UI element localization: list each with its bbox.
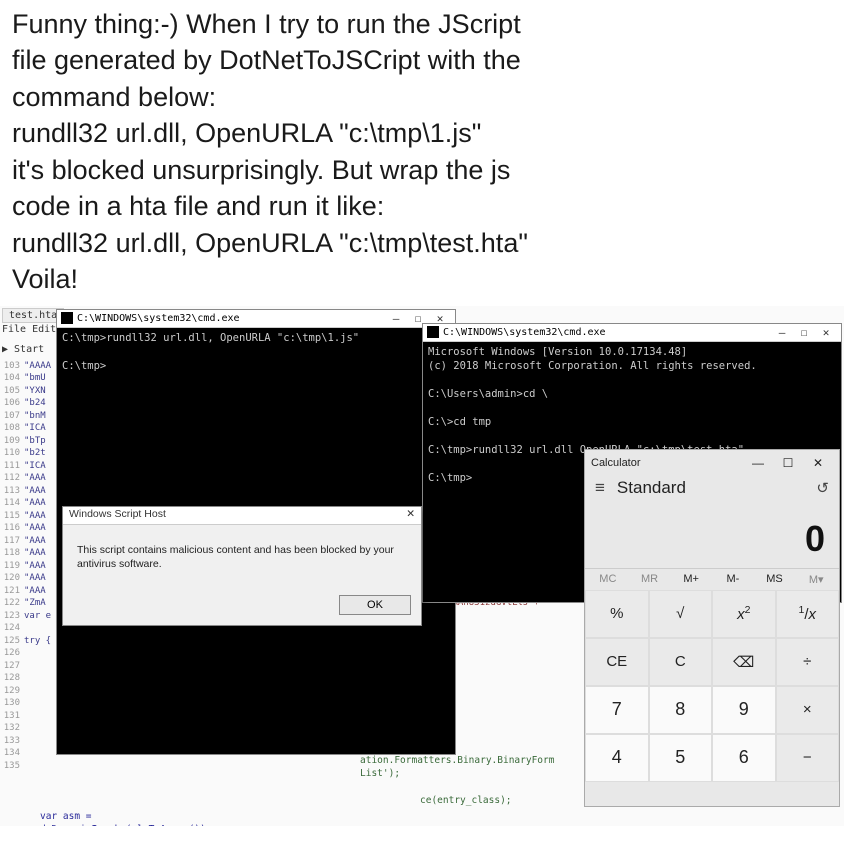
calc-display: 0 bbox=[585, 504, 839, 569]
hamburger-icon[interactable]: ≡ bbox=[595, 478, 605, 498]
cmd-line: C:\tmp> bbox=[428, 472, 472, 484]
key-square[interactable]: x2 bbox=[712, 590, 776, 638]
history-icon[interactable]: ↺ bbox=[816, 479, 829, 497]
key-7[interactable]: 7 bbox=[585, 686, 649, 734]
post-line: Voila! bbox=[12, 261, 832, 297]
cmd-icon bbox=[61, 312, 73, 324]
wsh-title-text: Windows Script Host bbox=[69, 508, 166, 523]
calc-keypad: % √ x2 1/x CE C ⌫ ÷ 7 8 9 × 4 5 6 − bbox=[585, 590, 839, 782]
cmd-line: Microsoft Windows [Version 10.0.17134.48… bbox=[428, 346, 687, 358]
key-9[interactable]: 9 bbox=[712, 686, 776, 734]
mem-mlist[interactable]: M▾ bbox=[795, 573, 837, 586]
cmd-line: C:\Users\admin>cd \ bbox=[428, 388, 548, 400]
post-line: rundll32 url.dll, OpenURLA "c:\tmp\test.… bbox=[12, 225, 832, 261]
ok-button[interactable]: OK bbox=[339, 595, 411, 615]
mem-ms[interactable]: MS bbox=[754, 573, 796, 586]
key-ce[interactable]: CE bbox=[585, 638, 649, 686]
key-minus[interactable]: − bbox=[776, 734, 840, 782]
cmd-line: C:\tmp>rundll32 url.dll, OpenURLA "c:\tm… bbox=[62, 332, 359, 344]
code-line: var asm = d.DynamicInvoke(al.ToArray()); bbox=[40, 810, 212, 826]
wsh-message: This script contains malicious content a… bbox=[63, 525, 421, 589]
screenshot-composite: test.hta File Edit V ▶ Start 103 104 105… bbox=[0, 306, 844, 826]
cmd-titlebar[interactable]: C:\WINDOWS\system32\cmd.exe — ☐ ✕ bbox=[57, 310, 455, 328]
maximize-button[interactable]: ☐ bbox=[793, 326, 815, 339]
cmd-titlebar[interactable]: C:\WINDOWS\system32\cmd.exe — ☐ ✕ bbox=[423, 324, 841, 342]
post-line: command below: bbox=[12, 79, 832, 115]
mem-mplus[interactable]: M+ bbox=[670, 573, 712, 586]
key-divide[interactable]: ÷ bbox=[776, 638, 840, 686]
cmd-line: C:\tmp> bbox=[62, 360, 106, 372]
editor-code-left: "AAAA "bmU "YXN "b24 "bnM "ICA "bTp "b2t… bbox=[24, 360, 51, 748]
cmd-title-text: C:\WINDOWS\system32\cmd.exe bbox=[443, 327, 606, 338]
wsh-titlebar[interactable]: Windows Script Host ✕ bbox=[63, 507, 421, 525]
code-line: List'); bbox=[360, 767, 400, 780]
cmd-title-text: C:\WINDOWS\system32\cmd.exe bbox=[77, 313, 240, 324]
calc-title: Calculator bbox=[591, 457, 641, 469]
post-line: Funny thing:-) When I try to run the JSc… bbox=[12, 6, 832, 42]
close-button[interactable]: ✕ bbox=[815, 326, 837, 339]
post-line: rundll32 url.dll, OpenURLA "c:\tmp\1.js" bbox=[12, 115, 832, 151]
mem-mminus[interactable]: M- bbox=[712, 573, 754, 586]
key-backspace[interactable]: ⌫ bbox=[712, 638, 776, 686]
key-4[interactable]: 4 bbox=[585, 734, 649, 782]
key-percent[interactable]: % bbox=[585, 590, 649, 638]
maximize-button[interactable]: ☐ bbox=[773, 456, 803, 470]
key-8[interactable]: 8 bbox=[649, 686, 713, 734]
key-6[interactable]: 6 bbox=[712, 734, 776, 782]
editor-gutter: 103 104 105 106 107 108 109 110 111 112 … bbox=[0, 360, 22, 773]
editor-tab[interactable]: test.hta bbox=[2, 308, 64, 323]
calc-mode: Standard bbox=[617, 478, 686, 498]
minimize-button[interactable]: — bbox=[771, 326, 793, 339]
post-line: file generated by DotNetToJSCript with t… bbox=[12, 42, 832, 78]
editor-start-button[interactable]: ▶ Start bbox=[2, 344, 44, 355]
cmd-icon bbox=[427, 326, 439, 338]
code-line: ce(entry_class); bbox=[420, 794, 512, 807]
key-c[interactable]: C bbox=[649, 638, 713, 686]
minimize-button[interactable]: — bbox=[385, 312, 407, 325]
calc-titlebar[interactable]: Calculator — ☐ ✕ bbox=[585, 450, 839, 476]
cmd-output[interactable]: C:\tmp>rundll32 url.dll, OpenURLA "c:\tm… bbox=[57, 328, 455, 376]
cmd-line: C:\>cd tmp bbox=[428, 416, 491, 428]
key-multiply[interactable]: × bbox=[776, 686, 840, 734]
wsh-dialog[interactable]: Windows Script Host ✕ This script contai… bbox=[62, 506, 422, 626]
calculator-window[interactable]: Calculator — ☐ ✕ ≡ Standard ↺ 0 MC MR M+… bbox=[584, 449, 840, 807]
key-reciprocal[interactable]: 1/x bbox=[776, 590, 840, 638]
code-line: ation.Formatters.Binary.BinaryForm bbox=[360, 754, 554, 767]
calc-memory-row: MC MR M+ M- MS M▾ bbox=[585, 569, 839, 590]
mem-mr[interactable]: MR bbox=[629, 573, 671, 586]
post-body: Funny thing:-) When I try to run the JSc… bbox=[0, 0, 844, 304]
post-line: code in a hta file and run it like: bbox=[12, 188, 832, 224]
minimize-button[interactable]: — bbox=[743, 456, 773, 470]
post-line: it's blocked unsurprisingly. But wrap th… bbox=[12, 152, 832, 188]
key-5[interactable]: 5 bbox=[649, 734, 713, 782]
close-button[interactable]: ✕ bbox=[803, 456, 833, 470]
close-icon[interactable]: ✕ bbox=[406, 508, 415, 523]
key-sqrt[interactable]: √ bbox=[649, 590, 713, 638]
mem-mc[interactable]: MC bbox=[587, 573, 629, 586]
cmd-line: (c) 2018 Microsoft Corporation. All righ… bbox=[428, 360, 757, 372]
